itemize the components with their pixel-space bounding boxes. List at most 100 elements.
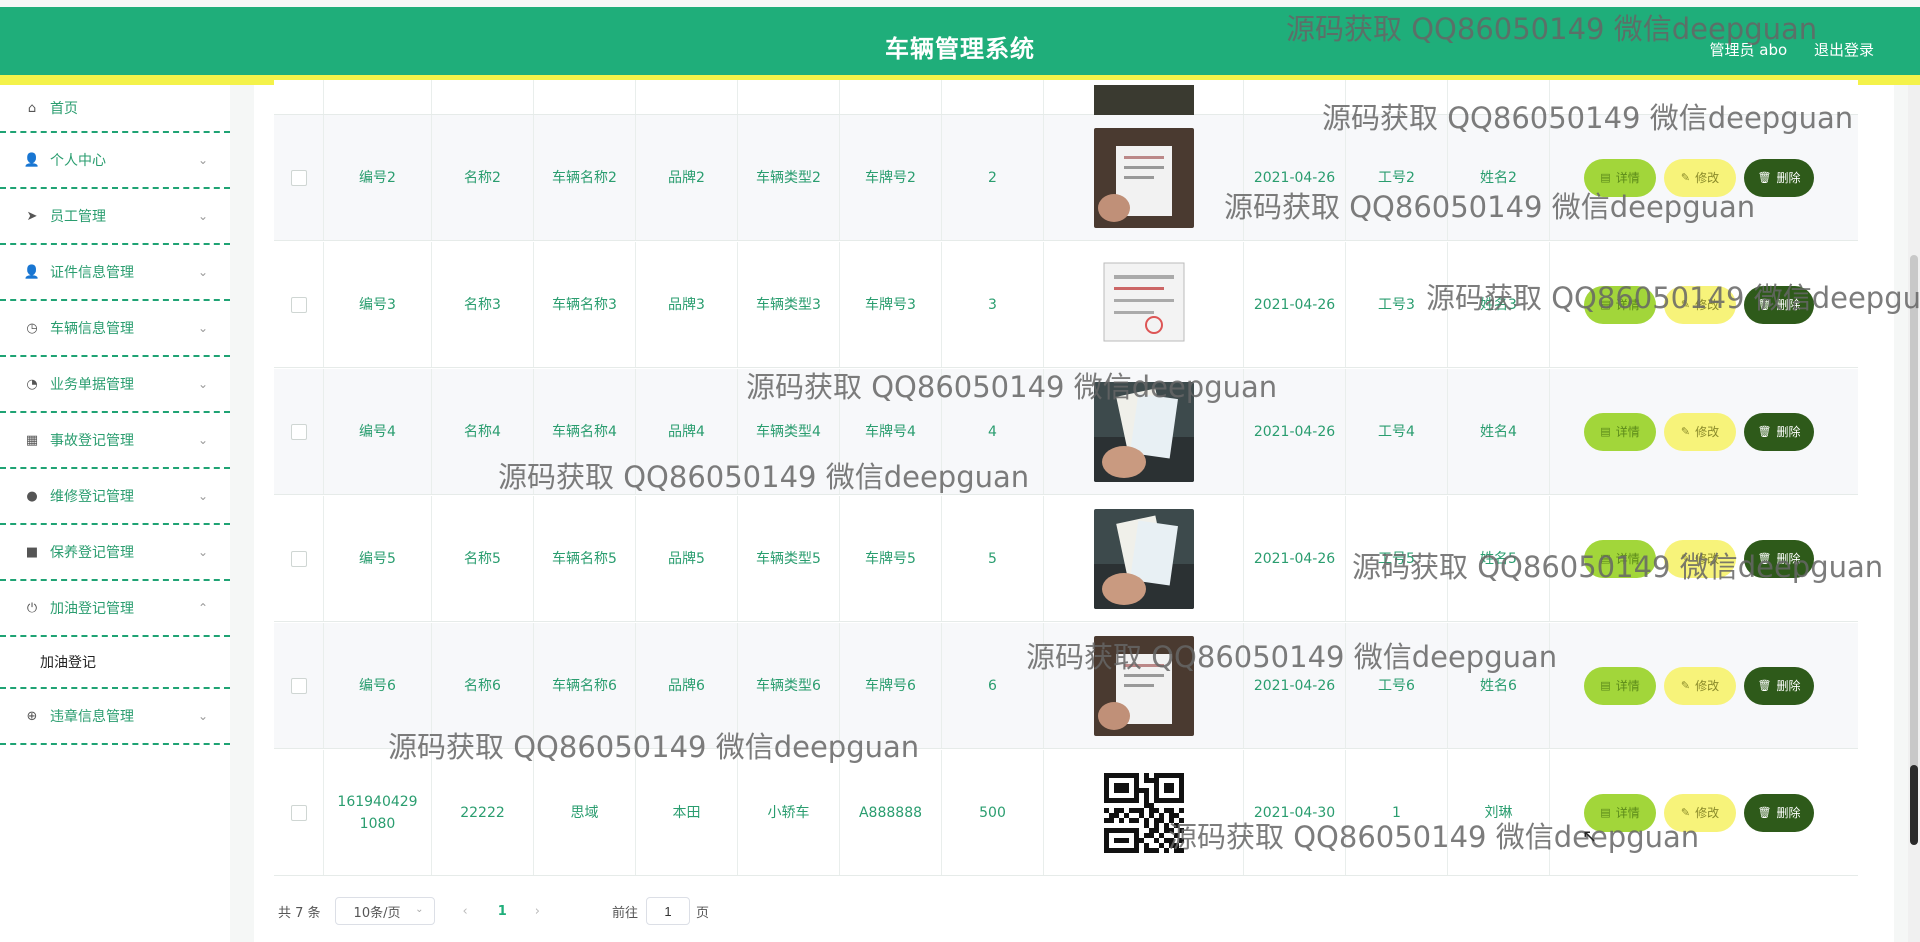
- header-user-area: 管理员 abo 退出登录: [1710, 39, 1874, 60]
- edit-button[interactable]: ✎ 修改: [1664, 667, 1736, 705]
- sidebar-item[interactable]: 👤 证件信息管理 ⌄: [0, 245, 230, 301]
- cell-type: 车辆类型2: [738, 115, 840, 240]
- cell-plate: A888888: [840, 750, 942, 875]
- delete-button-label: 删除: [1776, 552, 1801, 566]
- cell-type: 车辆类型4: [738, 369, 840, 494]
- cell-code: 编号6: [324, 623, 432, 748]
- sidebar-item[interactable]: ◷ 车辆信息管理 ⌄: [0, 301, 230, 357]
- cell-vehicle: 车辆名称4: [534, 369, 636, 494]
- detail-button-label: 详情: [1615, 679, 1640, 693]
- cell-date: 2021-04-26: [1244, 369, 1346, 494]
- trash-icon: 🗑: [1757, 298, 1772, 311]
- chevron-down-icon: ⌄: [197, 377, 208, 391]
- row-thumbnail[interactable]: [1093, 381, 1194, 482]
- detail-button[interactable]: ▤ 详情: [1584, 540, 1656, 578]
- goto-page-input[interactable]: [646, 897, 691, 925]
- delete-button[interactable]: 🗑 删除: [1744, 794, 1814, 832]
- sidebar-item[interactable]: ● 维修登记管理 ⌄: [0, 469, 230, 525]
- row-checkbox[interactable]: [290, 423, 307, 440]
- cell-empname: 姓名2: [1448, 115, 1550, 240]
- detail-button[interactable]: ▤ 详情: [1584, 413, 1656, 451]
- detail-button[interactable]: ▤ 详情: [1584, 667, 1656, 705]
- chevron-down-icon: ⌄: [197, 489, 208, 503]
- image-cell: [1044, 623, 1244, 748]
- page-number-current[interactable]: 1: [498, 904, 507, 919]
- compass-icon: ◔: [26, 376, 38, 392]
- row-thumbnail[interactable]: [1093, 254, 1194, 355]
- edit-button[interactable]: ✎ 修改: [1664, 413, 1736, 451]
- detail-button-label: 详情: [1615, 806, 1640, 820]
- cell-empno: 工号2: [1346, 115, 1448, 240]
- chevron-down-icon: ⌄: [197, 709, 208, 723]
- page-scrollbar[interactable]: [1908, 85, 1920, 942]
- edit-button[interactable]: ✎ 修改: [1664, 286, 1736, 324]
- row-thumbnail[interactable]: [1093, 127, 1194, 228]
- user-icon: 👤: [23, 264, 41, 280]
- delete-button[interactable]: 🗑 删除: [1744, 540, 1814, 578]
- main-content: 编号2 名称2 车辆名称2 品牌2 车辆类型2 车牌号2 2 2021-04-26 工号2 姓名2…: [254, 80, 1894, 942]
- logout-link[interactable]: 退出登录: [1814, 41, 1874, 59]
- edit-button[interactable]: ✎ 修改: [1664, 794, 1736, 832]
- delete-button[interactable]: 🗑 删除: [1744, 667, 1814, 705]
- trash-icon: 🗑: [1757, 171, 1772, 184]
- home-icon: ⌂: [27, 100, 37, 116]
- trash-icon: 🗑: [1757, 552, 1772, 565]
- document-icon: ▤: [1600, 679, 1611, 692]
- delete-button[interactable]: 🗑 删除: [1744, 286, 1814, 324]
- pencil-icon: ✎: [1680, 552, 1691, 565]
- sidebar-item[interactable]: ⏻ 加油登记管理 ⌃: [0, 581, 230, 637]
- pencil-icon: ✎: [1680, 679, 1691, 692]
- sidebar-item[interactable]: ▦ 事故登记管理 ⌄: [0, 413, 230, 469]
- row-select-cell: [274, 115, 324, 240]
- delete-button[interactable]: 🗑 删除: [1744, 413, 1814, 451]
- actions-cell: ▤ 详情 ✎ 修改 🗑 删除: [1550, 623, 1858, 748]
- sidebar-item[interactable]: ◔ 业务单据管理 ⌄: [0, 357, 230, 413]
- row-checkbox[interactable]: [290, 550, 307, 567]
- row-checkbox[interactable]: [290, 804, 307, 821]
- sidebar-item[interactable]: ■ 保养登记管理 ⌄: [0, 525, 230, 581]
- trash-icon: 🗑: [1757, 679, 1772, 692]
- sidebar-item[interactable]: 👤 个人中心 ⌄: [0, 133, 230, 189]
- sidebar-item[interactable]: ⊕ 违章信息管理 ⌄: [0, 689, 230, 745]
- scrollbar-thumb[interactable]: [1910, 765, 1918, 845]
- cell-brand: 品牌2: [636, 115, 738, 240]
- cell-code: 编号5: [324, 496, 432, 621]
- pencil-icon: ✎: [1680, 171, 1691, 184]
- row-thumbnail[interactable]: [1093, 762, 1194, 863]
- row-select-cell: [274, 242, 324, 367]
- detail-button[interactable]: ▤ 详情: [1584, 286, 1656, 324]
- edit-button[interactable]: ✎ 修改: [1664, 159, 1736, 197]
- cell-qty: 6: [942, 623, 1044, 748]
- row-thumbnail[interactable]: [1093, 635, 1194, 736]
- row-thumbnail[interactable]: [1093, 508, 1194, 609]
- sidebar-item[interactable]: ⌂ 首页: [0, 85, 230, 133]
- top-header: 车辆管理系统 管理员 abo 退出登录: [0, 7, 1920, 75]
- cell-name: 名称6: [432, 623, 534, 748]
- cell-empno: 工号3: [1346, 242, 1448, 367]
- goto-label: 前往: [612, 905, 639, 921]
- sidebar: ⌂ 首页 👤 个人中心 ⌄ ➤ 员工管理 ⌄ 👤 证件信息管理 ⌄ ◷ 车辆信息管理 ⌄ ◔ 业务单据管理 ⌄ ▦…: [0, 85, 230, 942]
- sidebar-item[interactable]: ➤ 员工管理 ⌄: [0, 189, 230, 245]
- detail-button[interactable]: ▤ 详情: [1584, 159, 1656, 197]
- delete-button[interactable]: 🗑 删除: [1744, 159, 1814, 197]
- cell-empname: 姓名6: [1448, 623, 1550, 748]
- chevron-down-icon: ⌄: [197, 209, 208, 223]
- page-size-select[interactable]: 10条/页 ⌄: [334, 897, 435, 925]
- cell-type: 车辆类型6: [738, 623, 840, 748]
- chevron-down-icon: ⌄: [197, 321, 208, 335]
- next-page-button[interactable]: ›: [535, 904, 540, 919]
- row-checkbox[interactable]: [290, 296, 307, 313]
- cell-brand: 品牌6: [636, 623, 738, 748]
- row-checkbox[interactable]: [290, 169, 307, 186]
- prev-page-button[interactable]: ‹: [463, 904, 468, 919]
- edit-button-label: 修改: [1695, 679, 1720, 693]
- row-checkbox[interactable]: [290, 677, 307, 694]
- submenu-item-refuel[interactable]: 加油登记: [0, 637, 230, 689]
- mouse-cursor-icon: ↖: [1582, 826, 1598, 847]
- cell-qty: 500: [942, 750, 1044, 875]
- scrollbar-track-thumb[interactable]: [1910, 255, 1918, 815]
- trash-icon: 🗑: [1757, 425, 1772, 438]
- cell-vehicle: 车辆名称2: [534, 115, 636, 240]
- edit-button[interactable]: ✎ 修改: [1664, 540, 1736, 578]
- cell-empname: 姓名3: [1448, 242, 1550, 367]
